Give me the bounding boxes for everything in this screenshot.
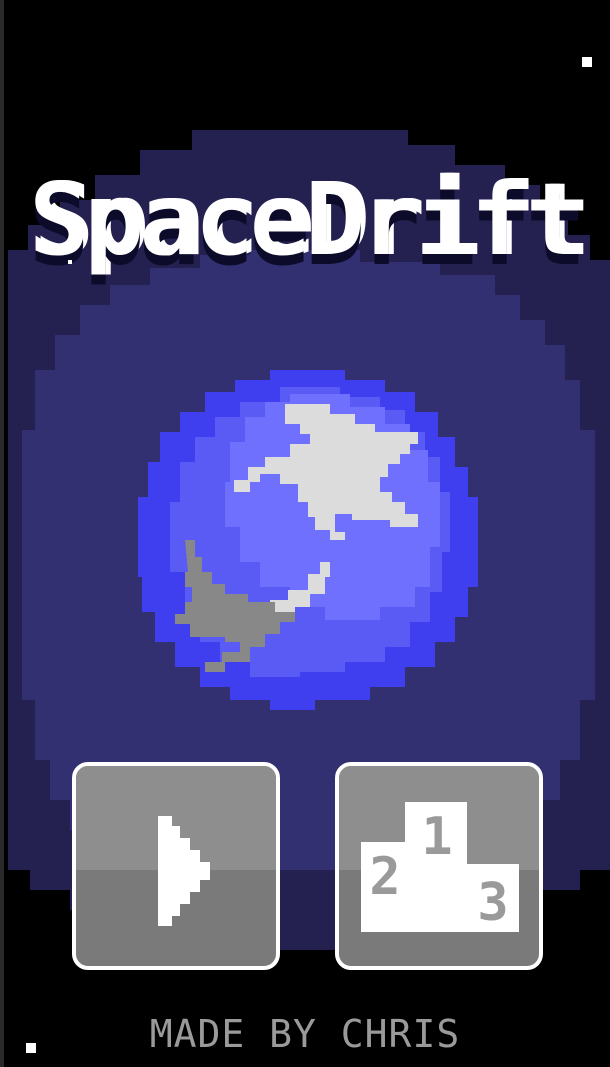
game-title: SpaceDrift <box>28 161 586 278</box>
play-button[interactable] <box>72 762 280 970</box>
podium-place-2: 2 <box>369 847 400 907</box>
planet <box>138 370 478 710</box>
game-screen: SpaceDrift 1 2 3 MADE BY CHRIS <box>0 0 610 1067</box>
podium-place-3: 3 <box>477 873 508 932</box>
star <box>582 57 592 67</box>
star <box>26 1043 36 1053</box>
podium-icon: 1 2 3 <box>361 802 519 932</box>
play-triangle-icon <box>158 816 210 926</box>
podium-place-1: 1 <box>421 807 452 867</box>
credit-text: MADE BY CHRIS <box>149 1012 461 1056</box>
star <box>68 260 72 264</box>
leaderboard-button[interactable]: 1 2 3 <box>335 762 543 970</box>
